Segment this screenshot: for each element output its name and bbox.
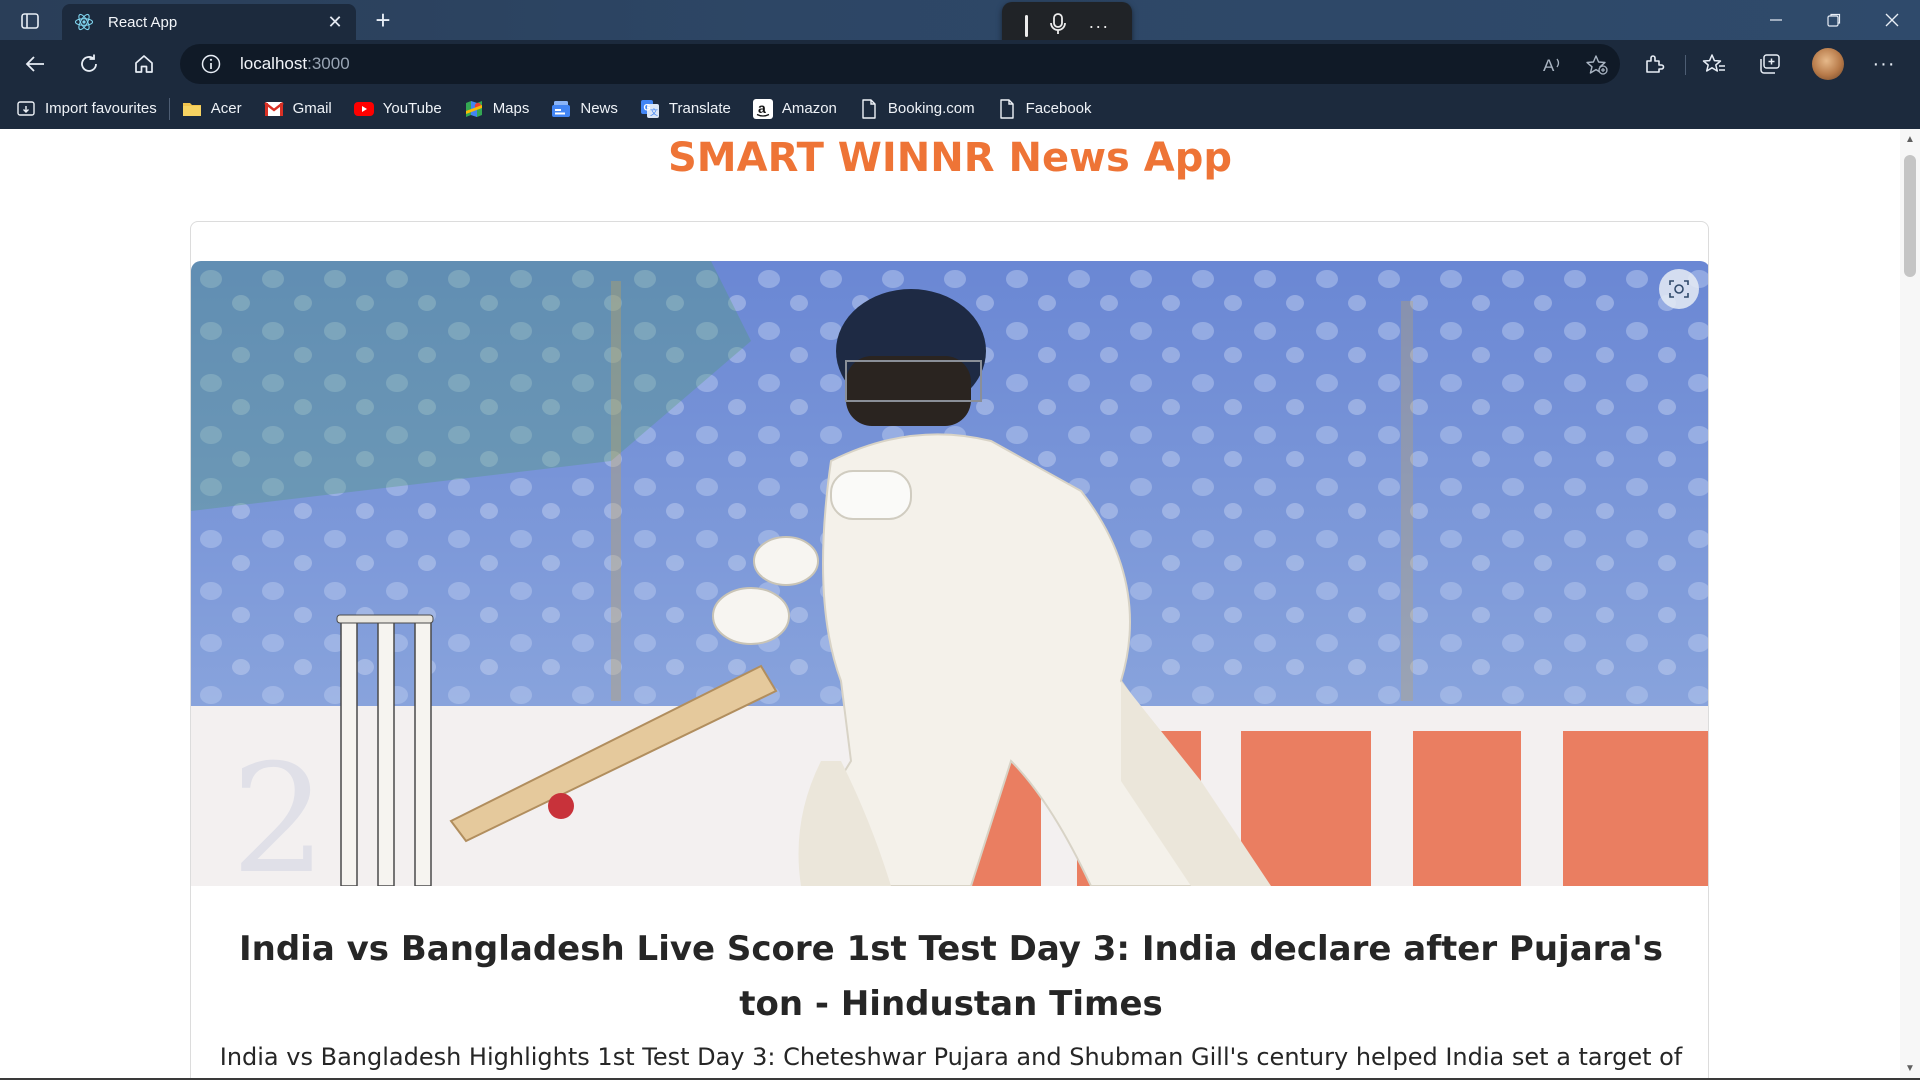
article-description: India vs Bangladesh Highlights 1st Test … [219, 1043, 1683, 1071]
bookmark-label: Acer [210, 100, 242, 117]
close-window-button[interactable] [1864, 0, 1920, 40]
bookmark-youtube[interactable]: YouTube [353, 94, 442, 124]
extensions-button[interactable] [1636, 46, 1672, 82]
gmail-icon [263, 99, 284, 119]
page-viewport: SMART WINNR News App 2 India vs Banglade… [0, 129, 1900, 1080]
more-icon: ··· [1872, 52, 1896, 75]
navigation-bar: localhost:3000 A ··· [0, 40, 1920, 88]
collections-icon [1760, 54, 1780, 74]
bookmark-label: Booking.com [887, 100, 975, 117]
extensions-icon [1646, 55, 1665, 73]
favourites-bar: Import favourites Acer Gmail YouTube Map… [0, 88, 1920, 129]
news-icon [551, 99, 571, 119]
page-title: SMART WINNR News App [668, 135, 1232, 181]
close-tab-icon[interactable]: ✕ [324, 11, 346, 33]
back-button[interactable] [17, 46, 53, 82]
add-favourite-icon[interactable] [1580, 50, 1614, 80]
folder-icon [182, 99, 202, 119]
article-headline[interactable]: India vs Bangladesh Live Score 1st Test … [231, 922, 1671, 1032]
visual-search-button[interactable] [1659, 269, 1699, 309]
site-info-icon[interactable] [200, 53, 222, 75]
bookmark-label: Gmail [292, 100, 332, 117]
browser-chrome: React App ✕ + ··· localhost:3000 A ··· I… [0, 0, 1920, 129]
bookmark-acer[interactable]: Acer [182, 94, 242, 124]
svg-text:a: a [758, 100, 766, 116]
minimize-button[interactable] [1748, 0, 1804, 40]
bookmark-label: Maps [492, 100, 530, 117]
settings-and-more-button[interactable]: ··· [1866, 46, 1902, 82]
tab-react-app[interactable]: React App ✕ [62, 4, 356, 40]
new-tab-button[interactable]: + [368, 5, 398, 35]
refresh-icon [81, 54, 97, 72]
translate-icon: G文 [640, 99, 660, 119]
bookmark-label: News [580, 100, 618, 117]
read-aloud-icon[interactable]: A [1536, 50, 1570, 80]
address-bar[interactable]: localhost:3000 A [180, 44, 1620, 84]
svg-text:2: 2 [231, 733, 326, 886]
restore-icon [1827, 13, 1841, 27]
bookmark-amazon[interactable]: a Amazon [752, 94, 837, 124]
drag-handle-icon[interactable] [1024, 15, 1028, 37]
page-scrollbar[interactable]: ▲ ▼ [1900, 129, 1920, 1080]
scroll-thumb[interactable] [1904, 155, 1916, 277]
bookmark-label: Amazon [781, 100, 837, 117]
home-icon [135, 55, 153, 73]
microphone-icon[interactable] [1049, 12, 1067, 40]
bookmark-maps[interactable]: Maps [464, 94, 530, 124]
collections-button[interactable] [1752, 46, 1788, 82]
scroll-up-icon[interactable]: ▲ [1905, 135, 1915, 145]
favourites-button[interactable] [1696, 46, 1732, 82]
bookmark-import-favourites[interactable]: Import favourites [16, 94, 157, 124]
refresh-button[interactable] [71, 46, 107, 82]
bookmark-news[interactable]: News [551, 94, 618, 124]
amazon-icon: a [752, 98, 773, 119]
scroll-down-icon[interactable]: ▼ [1905, 1064, 1915, 1074]
profile-avatar[interactable] [1812, 48, 1844, 80]
svg-text:A: A [1543, 56, 1555, 75]
svg-text:文: 文 [650, 107, 658, 117]
close-icon [1885, 13, 1899, 27]
toolbar-divider [1685, 55, 1686, 75]
bookmark-translate[interactable]: G文 Translate [640, 94, 731, 124]
tab-title: React App [108, 13, 178, 31]
news-image[interactable]: 2 [191, 261, 1708, 886]
page-icon [997, 98, 1017, 119]
news-card: 2 India vs Bangladesh Live Score 1st Tes… [190, 221, 1709, 1080]
page-icon [859, 98, 879, 119]
back-arrow-icon [25, 56, 44, 72]
bookmarks-divider [168, 97, 170, 120]
home-button[interactable] [126, 46, 162, 82]
minimize-icon [1770, 19, 1782, 21]
bookmark-label: Facebook [1025, 100, 1092, 117]
tab-actions-button[interactable] [10, 6, 50, 36]
tab-actions-icon [21, 13, 39, 29]
maps-icon [464, 99, 484, 119]
visual-search-icon [1669, 280, 1689, 298]
tab-strip: React App ✕ + ··· [0, 0, 1920, 50]
bookmark-label: Translate [668, 100, 731, 117]
bookmark-booking[interactable]: Booking.com [859, 94, 975, 124]
url-host: localhost [240, 54, 308, 73]
restore-button[interactable] [1806, 0, 1862, 40]
react-icon [74, 12, 94, 32]
youtube-icon [353, 99, 374, 119]
more-options-icon[interactable]: ··· [1088, 16, 1109, 37]
bookmark-facebook[interactable]: Facebook [997, 94, 1092, 124]
cricket-photo: 2 [191, 261, 1708, 886]
url-text[interactable]: localhost:3000 [240, 54, 350, 74]
bookmark-label: YouTube [382, 100, 442, 117]
bookmark-label: Import favourites [45, 100, 157, 117]
url-port: :3000 [307, 54, 350, 73]
favourites-icon [1702, 54, 1725, 72]
bookmark-gmail[interactable]: Gmail [263, 94, 332, 124]
import-icon [16, 99, 36, 119]
